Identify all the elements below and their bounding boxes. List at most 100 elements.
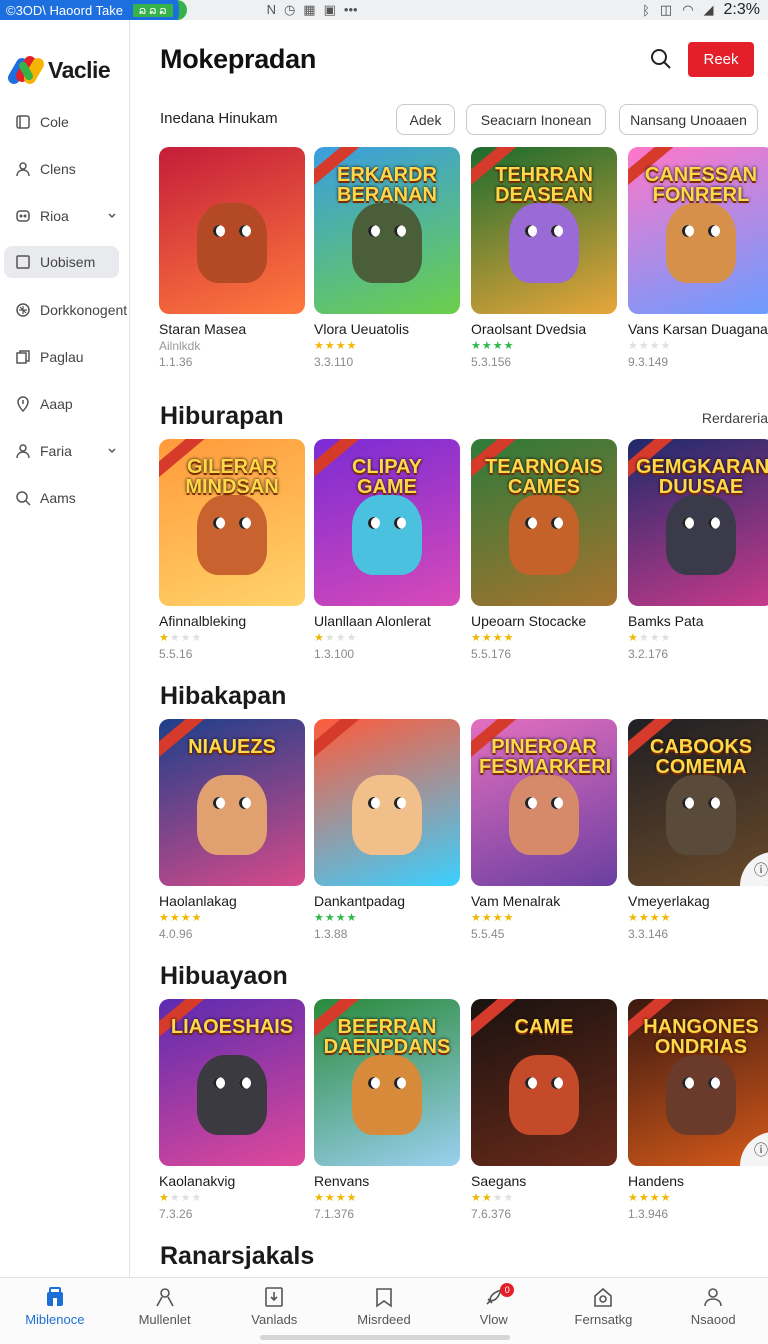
game-meta: 7.6.376 [471, 1207, 512, 1221]
game-thumbnail[interactable]: PINEROAR FESMARKERI [471, 719, 617, 886]
star-icon: ★ [169, 632, 181, 644]
bottom-nav-item-miblenoce[interactable]: Miblenoce [0, 1278, 110, 1344]
bottom-nav-item-nsaood[interactable]: Nsaood [658, 1278, 768, 1344]
home-icon [591, 1285, 615, 1309]
sidebar-item-cole[interactable]: Cole [0, 98, 129, 145]
character-illustration [509, 1055, 579, 1135]
game-card[interactable]: TEHRRAN DEASEAN Oraolsant Dvedsia ★★★★ 5.3.… [471, 147, 617, 369]
section-title: Ranarsjakals [160, 1242, 315, 1270]
bottom-nav-label: Miblenoce [25, 1312, 85, 1327]
game-thumbnail[interactable]: CAME [471, 999, 617, 1166]
game-card[interactable]: Dankantpadag ★★★★ 1.3.88 [314, 719, 460, 941]
status-notification-chip: ©3OD\ Haoord Take ລ ລ ລ [0, 0, 187, 20]
game-card[interactable]: TEARNOAIS CAMES Upeoarn Stocacke ★★★★ 5.5.1… [471, 439, 617, 661]
bottom-nav-label: Vlow [479, 1312, 508, 1327]
game-card[interactable]: LIAOESHAIS Kaolanakvig ★★★★ 7.3.26 [159, 999, 305, 1221]
filter-chip[interactable]: Seacıarn Inonean [466, 104, 606, 135]
sidebar-item-aams[interactable]: Aams [0, 474, 129, 521]
bottom-nav-item-fernsatkg[interactable]: Fernsatkg [549, 1278, 659, 1344]
star-icon: ★ [159, 912, 170, 924]
character-illustration [666, 1055, 736, 1135]
game-thumbnail[interactable] [159, 147, 305, 314]
filter-chip[interactable]: Adek [396, 104, 455, 135]
sidebar-item-label: Rioa [40, 207, 69, 224]
sidebar-item-dorkkonogent[interactable]: Dorkkonogent [0, 286, 129, 333]
sidebar-item-uobisem[interactable]: Uobisem [4, 246, 119, 278]
game-thumbnail[interactable]: CLIPAY GAME [314, 439, 460, 606]
game-card[interactable]: ERKARDR BERANAN Vlora Ueuatolis ★★★★ 3.3.11… [314, 147, 460, 369]
bottom-nav-label: Mullenlet [138, 1312, 191, 1327]
star-icon: ★ [324, 912, 336, 924]
game-card[interactable]: CABOOKS COMEMA ⓘ Vmeyerlakag ★★★★ 3.3.146 [628, 719, 768, 941]
game-title: Vmeyerlakag [628, 893, 710, 909]
brand[interactable]: Vaclie [0, 20, 129, 98]
star-icon: ★ [649, 632, 661, 644]
character-illustration [509, 495, 579, 575]
section-title: Hibuayaon [160, 962, 288, 990]
game-thumbnail[interactable]: CABOOKS COMEMA ⓘ [628, 719, 768, 886]
sidebar-item-clens[interactable]: Clens [0, 145, 129, 192]
game-card[interactable]: CANESSAN FONRERL Vans Karsan Duaganan ★★★★… [628, 147, 768, 369]
game-card[interactable]: BEERRAN DAENPDANS Renvans ★★★★ 7.1.376 [314, 999, 460, 1221]
info-icon[interactable]: ⓘ [740, 1132, 768, 1166]
game-thumbnail[interactable]: HANGONES ONDRIAS ⓘ [628, 999, 768, 1166]
game-card[interactable]: GILERAR MINDSAN Afinnalbleking ★★★★ 5.5.16 [159, 439, 305, 661]
star-rating: ★★★★ [159, 631, 305, 645]
star-icon: ★ [335, 340, 347, 352]
lock-status-icon: ▣ [323, 2, 336, 17]
sidebar-item-paglau[interactable]: Paglau [0, 333, 129, 380]
game-title: Upeoarn Stocacke [471, 613, 587, 629]
game-card[interactable]: GEMGKARAN DUUSAE Bamks Pata ★★★★ 3.2.176 [628, 439, 768, 661]
sidebar-item-rioa[interactable]: Rioa [0, 192, 129, 239]
star-icon: ★ [159, 1192, 170, 1204]
star-icon: ★ [481, 632, 493, 644]
game-title: Handens [628, 1173, 685, 1189]
cover-art-title: HANGONES ONDRIAS [643, 1016, 759, 1058]
game-card[interactable]: PINEROAR FESMARKERI Vam Menalrak ★★★★ 5.5.4… [471, 719, 617, 941]
game-card[interactable]: CLIPAY GAME Ulanllaan Alonlerat ★★★★ 1.3.10… [314, 439, 460, 661]
star-icon: ★ [191, 632, 203, 644]
game-thumbnail[interactable]: TEHRRAN DEASEAN [471, 147, 617, 314]
character-illustration [197, 775, 267, 855]
star-icon: ★ [481, 912, 493, 924]
sidebar-item-aaap[interactable]: Aaap [0, 380, 129, 427]
game-meta: 1.3.946 [628, 1207, 669, 1221]
game-card[interactable]: HANGONES ONDRIAS ⓘ Handens ★★★★ 1.3.946 [628, 999, 768, 1221]
bottom-nav-item-mullenlet[interactable]: Mullenlet [110, 1278, 220, 1344]
primary-action-button[interactable]: Reek [688, 42, 754, 77]
star-icon: ★ [159, 632, 170, 644]
game-title: Vam Menalrak [471, 893, 561, 909]
filter-chip[interactable]: Nansang Unoaaen [619, 104, 758, 135]
game-thumbnail[interactable] [314, 719, 460, 886]
game-card[interactable]: CAME Saegans ★★★★ 7.6.376 [471, 999, 617, 1221]
game-card[interactable]: NIAUEZS Haolanlakag ★★★★ 4.0.96 [159, 719, 305, 941]
home-indicator[interactable] [260, 1335, 510, 1340]
download-icon [262, 1285, 286, 1309]
star-icon: ★ [324, 632, 336, 644]
sidebar-item-faria[interactable]: Faria [0, 427, 129, 474]
star-rating: ★★★★ [628, 1191, 768, 1205]
star-icon: ★ [492, 340, 504, 352]
bottom-nav: Miblenoce Mullenlet Vanlads Misrdeed 0 V… [0, 1277, 768, 1344]
game-thumbnail[interactable]: LIAOESHAIS [159, 999, 305, 1166]
game-thumbnail[interactable]: ERKARDR BERANAN [314, 147, 460, 314]
star-icon: ★ [628, 1192, 639, 1204]
see-more-link[interactable]: Rerdareria [702, 410, 768, 426]
new-ribbon [314, 719, 362, 763]
status-right: ᛒ ◫ ◠ ◢ 2:3% [642, 1, 760, 19]
star-rating: ★★★★ [314, 1191, 460, 1205]
search-button[interactable] [650, 48, 672, 70]
notification-badge: 0 [500, 1283, 515, 1297]
section-title: Hiburapan [160, 402, 284, 430]
game-thumbnail[interactable]: TEARNOAIS CAMES [471, 439, 617, 606]
star-icon: ★ [314, 340, 325, 352]
star-icon: ★ [335, 632, 347, 644]
game-thumbnail[interactable]: CANESSAN FONRERL [628, 147, 768, 314]
game-thumbnail[interactable]: NIAUEZS [159, 719, 305, 886]
game-thumbnail[interactable]: BEERRAN DAENPDANS [314, 999, 460, 1166]
game-thumbnail[interactable]: GILERAR MINDSAN [159, 439, 305, 606]
info-icon[interactable]: ⓘ [740, 852, 768, 886]
game-card[interactable]: Staran Masea Ailnlkdk 1.1.36 [159, 147, 305, 369]
game-thumbnail[interactable]: GEMGKARAN DUUSAE [628, 439, 768, 606]
cover-art-title: TEHRRAN DEASEAN [495, 164, 593, 206]
